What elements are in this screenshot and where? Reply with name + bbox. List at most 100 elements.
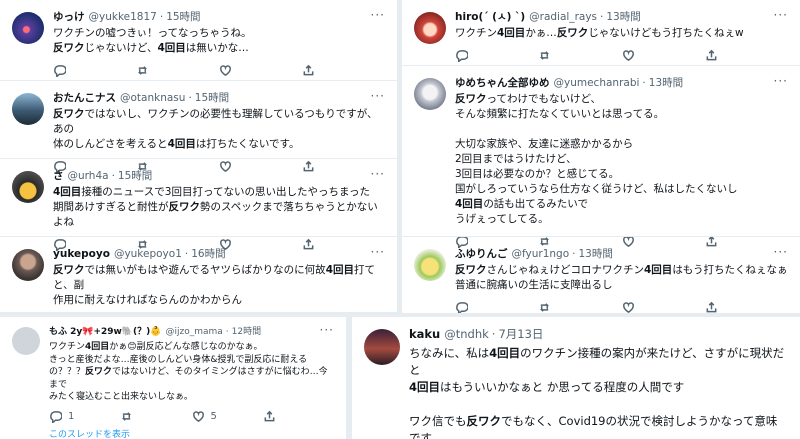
text-segment: はもう打ちたくねぇなぁ — [672, 264, 788, 276]
text-segment: 2回目まではうけたけど、 — [455, 153, 577, 165]
avatar[interactable] — [414, 249, 446, 281]
more-icon[interactable]: ··· — [371, 8, 385, 22]
more-icon[interactable]: ··· — [371, 89, 385, 103]
user-handle[interactable]: @yumechanrabi — [554, 76, 640, 90]
tweet-time[interactable]: 15時間 — [195, 91, 229, 105]
tweet-time[interactable]: 15時間 — [118, 169, 152, 183]
avatar[interactable] — [12, 93, 44, 125]
like-button[interactable] — [219, 64, 302, 77]
tweet-text-line: 作用に耐えなければならんのかわからん — [53, 293, 385, 308]
like-button[interactable]: 5 — [192, 410, 263, 423]
more-icon[interactable]: ··· — [774, 8, 788, 22]
text-segment: の？？？ — [49, 367, 86, 377]
text-segment: かぁ😊副反応どんな感じなのかなぁ。 — [109, 342, 263, 352]
tweet-time[interactable]: 12時間 — [232, 325, 261, 339]
tweet-text-line: 反ワクでは無いがもはや遊んでるヤツらばかりなのに何故4回目打てと、副 — [53, 263, 385, 293]
user-name[interactable]: ゆめちゃん全部ゆめ — [455, 76, 550, 90]
tweet-time[interactable]: 16時間 — [191, 247, 225, 261]
avatar[interactable] — [12, 12, 44, 44]
avatar[interactable] — [12, 327, 40, 355]
reply-button[interactable]: 1 — [49, 410, 120, 423]
tweet-text-line: そんな頻繁に打たなくていいとは思ってる。 — [455, 107, 788, 122]
tweet-card[interactable]: yukepoyo @yukepoyo1 · 16時間 ··· 反ワクでは無いがもはや遊… — [0, 237, 397, 312]
user-handle[interactable]: @ijzo_mama — [166, 325, 223, 339]
user-handle[interactable]: @radial_rays — [529, 10, 597, 24]
user-handle[interactable]: @yukepoyo1 — [114, 247, 182, 261]
like-icon — [192, 410, 204, 422]
highlighted-keyword: 反ワク — [53, 42, 85, 54]
text-segment: の話も出てるみたいで — [483, 198, 588, 210]
tweet-time[interactable]: 13時間 — [578, 247, 612, 261]
retweet-button[interactable] — [120, 410, 191, 423]
more-icon[interactable]: ··· — [320, 323, 334, 337]
tweet-text-line: きっと産後だよな…産後のしんどい身体&授乳で副反応に耐える — [49, 354, 334, 367]
user-handle[interactable]: @tndhk — [444, 327, 489, 341]
user-handle[interactable]: @fyur1ngo — [512, 247, 570, 261]
avatar[interactable] — [364, 329, 400, 365]
share-button[interactable] — [705, 301, 788, 313]
tweet-time[interactable]: 15時間 — [166, 10, 200, 24]
reply-icon — [50, 410, 62, 423]
text-segment: ワクチン — [49, 342, 86, 352]
tweet-time[interactable]: 13時間 — [649, 76, 683, 90]
tweet-text-line: の？？？反ワクではないけど、そのタイミングはさすがに悩むわ…今まで — [49, 366, 334, 391]
user-name[interactable]: yukepoyo — [53, 247, 110, 261]
user-name[interactable]: さ — [53, 169, 64, 183]
user-name[interactable]: ふゆりんご — [455, 247, 508, 261]
more-icon[interactable]: ··· — [371, 167, 385, 181]
share-button[interactable] — [302, 64, 385, 77]
tweet-time[interactable]: 7月13日 — [498, 327, 543, 341]
reply-button[interactable] — [53, 64, 136, 77]
tweet-card[interactable]: もふ 2y🎀+29w🐘(？)👶 @ijzo_mama · 12時間 ··· ワクチン4… — [0, 317, 346, 439]
avatar[interactable] — [12, 171, 44, 203]
retweet-icon — [540, 303, 550, 312]
avatar[interactable] — [414, 12, 446, 44]
tweet-text-line: みたく寝込むこと出来ないしなぁ。 — [49, 391, 334, 404]
share-icon — [706, 301, 717, 313]
user-name[interactable]: hiro(´ (ㅅ) `) — [455, 10, 525, 24]
separator-dot: · — [600, 11, 604, 23]
tweet-text: 4回目接種のニュースで3回目打ってないの思い出したやっちまった 期間あけすぎると耐… — [53, 185, 385, 230]
text-segment: さんじゃねぇけどコロナワクチン — [486, 264, 645, 276]
tweet-text: ワクチン4回目かぁ😊副反応どんな感じなのかなぁ。 きっと産後だよな…産後のしんどい… — [49, 341, 334, 404]
retweet-button[interactable] — [538, 301, 621, 313]
more-icon[interactable]: ··· — [371, 245, 385, 259]
action-bar: 15 — [49, 410, 334, 423]
user-name[interactable]: もふ 2y🎀+29w🐘(？)👶 — [49, 325, 162, 339]
tweet-text-line — [409, 396, 788, 413]
share-button[interactable] — [263, 410, 334, 423]
retweet-icon — [540, 51, 550, 60]
user-name[interactable]: kaku — [409, 327, 440, 341]
more-icon[interactable]: ··· — [774, 245, 788, 259]
retweet-icon — [137, 66, 148, 75]
tweet-time[interactable]: 13時間 — [606, 10, 640, 24]
user-handle[interactable]: @otanknasu — [120, 91, 185, 105]
user-handle[interactable]: @yukke1817 — [89, 10, 157, 24]
retweet-button[interactable] — [136, 64, 219, 77]
user-name[interactable]: おたんこナス — [53, 91, 116, 105]
user-name[interactable]: ゆっけ — [53, 10, 85, 24]
avatar[interactable] — [12, 249, 44, 281]
tweet-card[interactable]: ゆっけ @yukke1817 · 15時間 ··· ワクチンの嘘つきぃ！ってなっちゃう… — [0, 0, 397, 85]
highlighted-keyword: 反ワク — [168, 201, 201, 213]
retweet-button[interactable] — [538, 49, 621, 62]
action-bar — [53, 64, 385, 77]
avatar[interactable] — [414, 78, 446, 110]
text-segment: 体のしんどさを考えると — [53, 138, 168, 150]
separator-dot: · — [491, 327, 496, 341]
tweet-card[interactable]: ふゆりんご @fyur1ngo · 13時間 ··· 反ワクさんじゃねぇけどコロナワク… — [402, 237, 800, 313]
like-button[interactable] — [622, 49, 705, 62]
tweet-card[interactable]: kaku @tndhk · 7月13日 ちなみに、私は4回目のワクチン接種の案内が来た… — [352, 317, 800, 439]
separator-dot: · — [642, 77, 646, 89]
tweet-text-line: 3回目は必要なのか？と感じてる。 — [455, 167, 788, 182]
share-button[interactable] — [705, 49, 788, 62]
tweet-card[interactable]: ゆめちゃん全部ゆめ @yumechanrabi · 13時間 ··· 反ワクってわけで… — [402, 66, 800, 256]
tweet-card[interactable]: hiro(´ (ㅅ) `) @radial_rays · 13時間 ··· ワクチン4… — [402, 0, 800, 70]
show-thread-link[interactable]: このスレッドを表示 — [49, 427, 334, 439]
user-handle[interactable]: @urh4a — [68, 169, 109, 183]
more-icon[interactable]: ··· — [774, 74, 788, 88]
reply-button[interactable] — [455, 301, 538, 313]
reply-count: 1 — [68, 410, 75, 422]
like-button[interactable] — [622, 301, 705, 313]
reply-button[interactable] — [455, 49, 538, 62]
